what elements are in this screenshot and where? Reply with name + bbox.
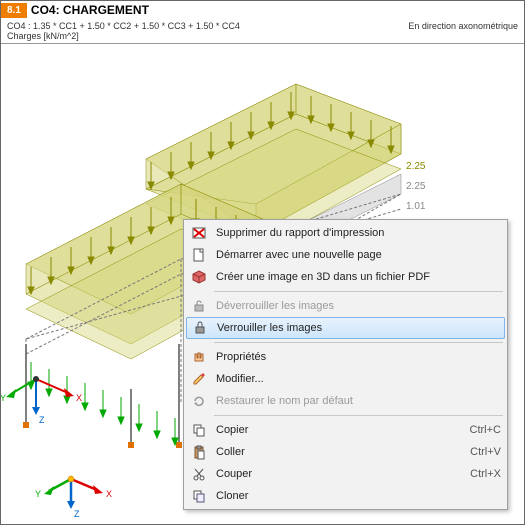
svg-text:Y: Y [1,393,6,403]
menu-shortcut: Ctrl+C [470,424,501,436]
menu-label: Cloner [216,490,501,502]
menu-restore-name: Restaurer le nom par défaut [186,390,505,412]
lock-icon [191,319,209,337]
load-value-1: 2.25 [406,161,426,172]
menu-shortcut: Ctrl+X [470,468,501,480]
menu-paste[interactable]: Coller Ctrl+V [186,441,505,463]
axis-triad-small: X Y Z [35,476,112,519]
pencil-icon [190,370,208,388]
scissors-icon [190,465,208,483]
menu-new-page[interactable]: Démarrer avec une nouvelle page [186,244,505,266]
svg-text:X: X [106,489,112,499]
menu-label: Déverrouiller les images [216,300,501,312]
menu-label: Verrouiller les images [217,322,500,334]
menu-cut[interactable]: Couper Ctrl+X [186,463,505,485]
context-menu: Supprimer du rapport d'impression Démarr… [183,219,508,510]
svg-text:Y: Y [35,489,41,499]
menu-clone[interactable]: Cloner [186,485,505,507]
menu-create-3d-pdf[interactable]: Créer une image en 3D dans un fichier PD… [186,266,505,288]
load-combination-formula: CO4 : 1.35 * CC1 + 1.50 * CC2 + 1.50 * C… [7,21,240,31]
menu-separator [214,291,503,292]
menu-label: Coller [216,446,462,458]
units-label: Charges [kN/m^2] [7,31,240,41]
hand-icon [190,348,208,366]
menu-separator [214,342,503,343]
svg-text:Z: Z [74,509,80,519]
unlock-icon [190,297,208,315]
clipboard-icon [190,443,208,461]
menu-copy[interactable]: Copier Ctrl+C [186,419,505,441]
cube-icon [190,268,208,286]
page-icon [190,246,208,264]
menu-delete-from-report[interactable]: Supprimer du rapport d'impression [186,222,505,244]
svg-text:Z: Z [39,415,45,425]
svg-text:X: X [76,393,82,403]
menu-label: Supprimer du rapport d'impression [216,227,501,239]
menu-label: Propriétés [216,351,501,363]
refresh-icon [190,392,208,410]
menu-modify[interactable]: Modifier... [186,368,505,390]
header-bar: 8.1 CO4: CHARGEMENT [1,1,524,19]
menu-unlock-images: Déverrouiller les images [186,295,505,317]
menu-lock-images[interactable]: Verrouiller les images [186,317,505,339]
header-title: CO4: CHARGEMENT [31,3,149,17]
menu-shortcut: Ctrl+V [470,446,501,458]
menu-separator [214,415,503,416]
delete-icon [190,224,208,242]
subheader: CO4 : 1.35 * CC1 + 1.50 * CC2 + 1.50 * C… [1,19,524,44]
header-tag: 8.1 [1,3,27,18]
axis-triad-large: X Y Z [1,376,82,425]
menu-label: Modifier... [216,373,501,385]
load-value-3: 1.01 [406,201,426,212]
menu-label: Couper [216,468,462,480]
menu-label: Démarrer avec une nouvelle page [216,249,501,261]
menu-label: Copier [216,424,462,436]
menu-properties[interactable]: Propriétés [186,346,505,368]
copy-icon [190,421,208,439]
menu-label: Restaurer le nom par défaut [216,395,501,407]
load-value-2: 2.25 [406,181,426,192]
menu-label: Créer une image en 3D dans un fichier PD… [216,271,501,283]
clone-icon [190,487,208,505]
view-mode-label: En direction axonométrique [408,21,518,41]
